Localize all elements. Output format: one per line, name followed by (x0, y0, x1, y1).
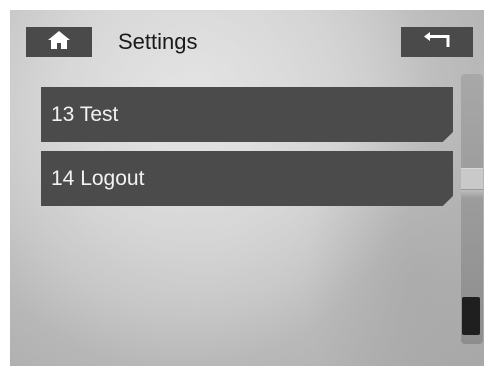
page-title: Settings (118, 29, 198, 54)
device-screen: Settings 13 Test 14 Logout (10, 10, 484, 366)
settings-menu-list: 13 Test 14 Logout (41, 87, 453, 215)
vertical-scrollbar[interactable] (461, 74, 483, 344)
back-arrow-icon (422, 31, 452, 54)
back-button[interactable] (401, 27, 473, 57)
menu-item-label: 13 Test (51, 103, 119, 126)
home-icon (47, 30, 71, 55)
menu-item-corner (443, 196, 453, 206)
scrollbar-notch (461, 168, 483, 190)
scrollbar-thumb[interactable] (462, 297, 480, 335)
menu-item-test[interactable]: 13 Test (41, 87, 453, 142)
menu-item-label: 14 Logout (51, 167, 145, 190)
menu-item-logout[interactable]: 14 Logout (41, 151, 453, 206)
menu-item-corner (443, 132, 453, 142)
home-button[interactable] (26, 27, 92, 57)
